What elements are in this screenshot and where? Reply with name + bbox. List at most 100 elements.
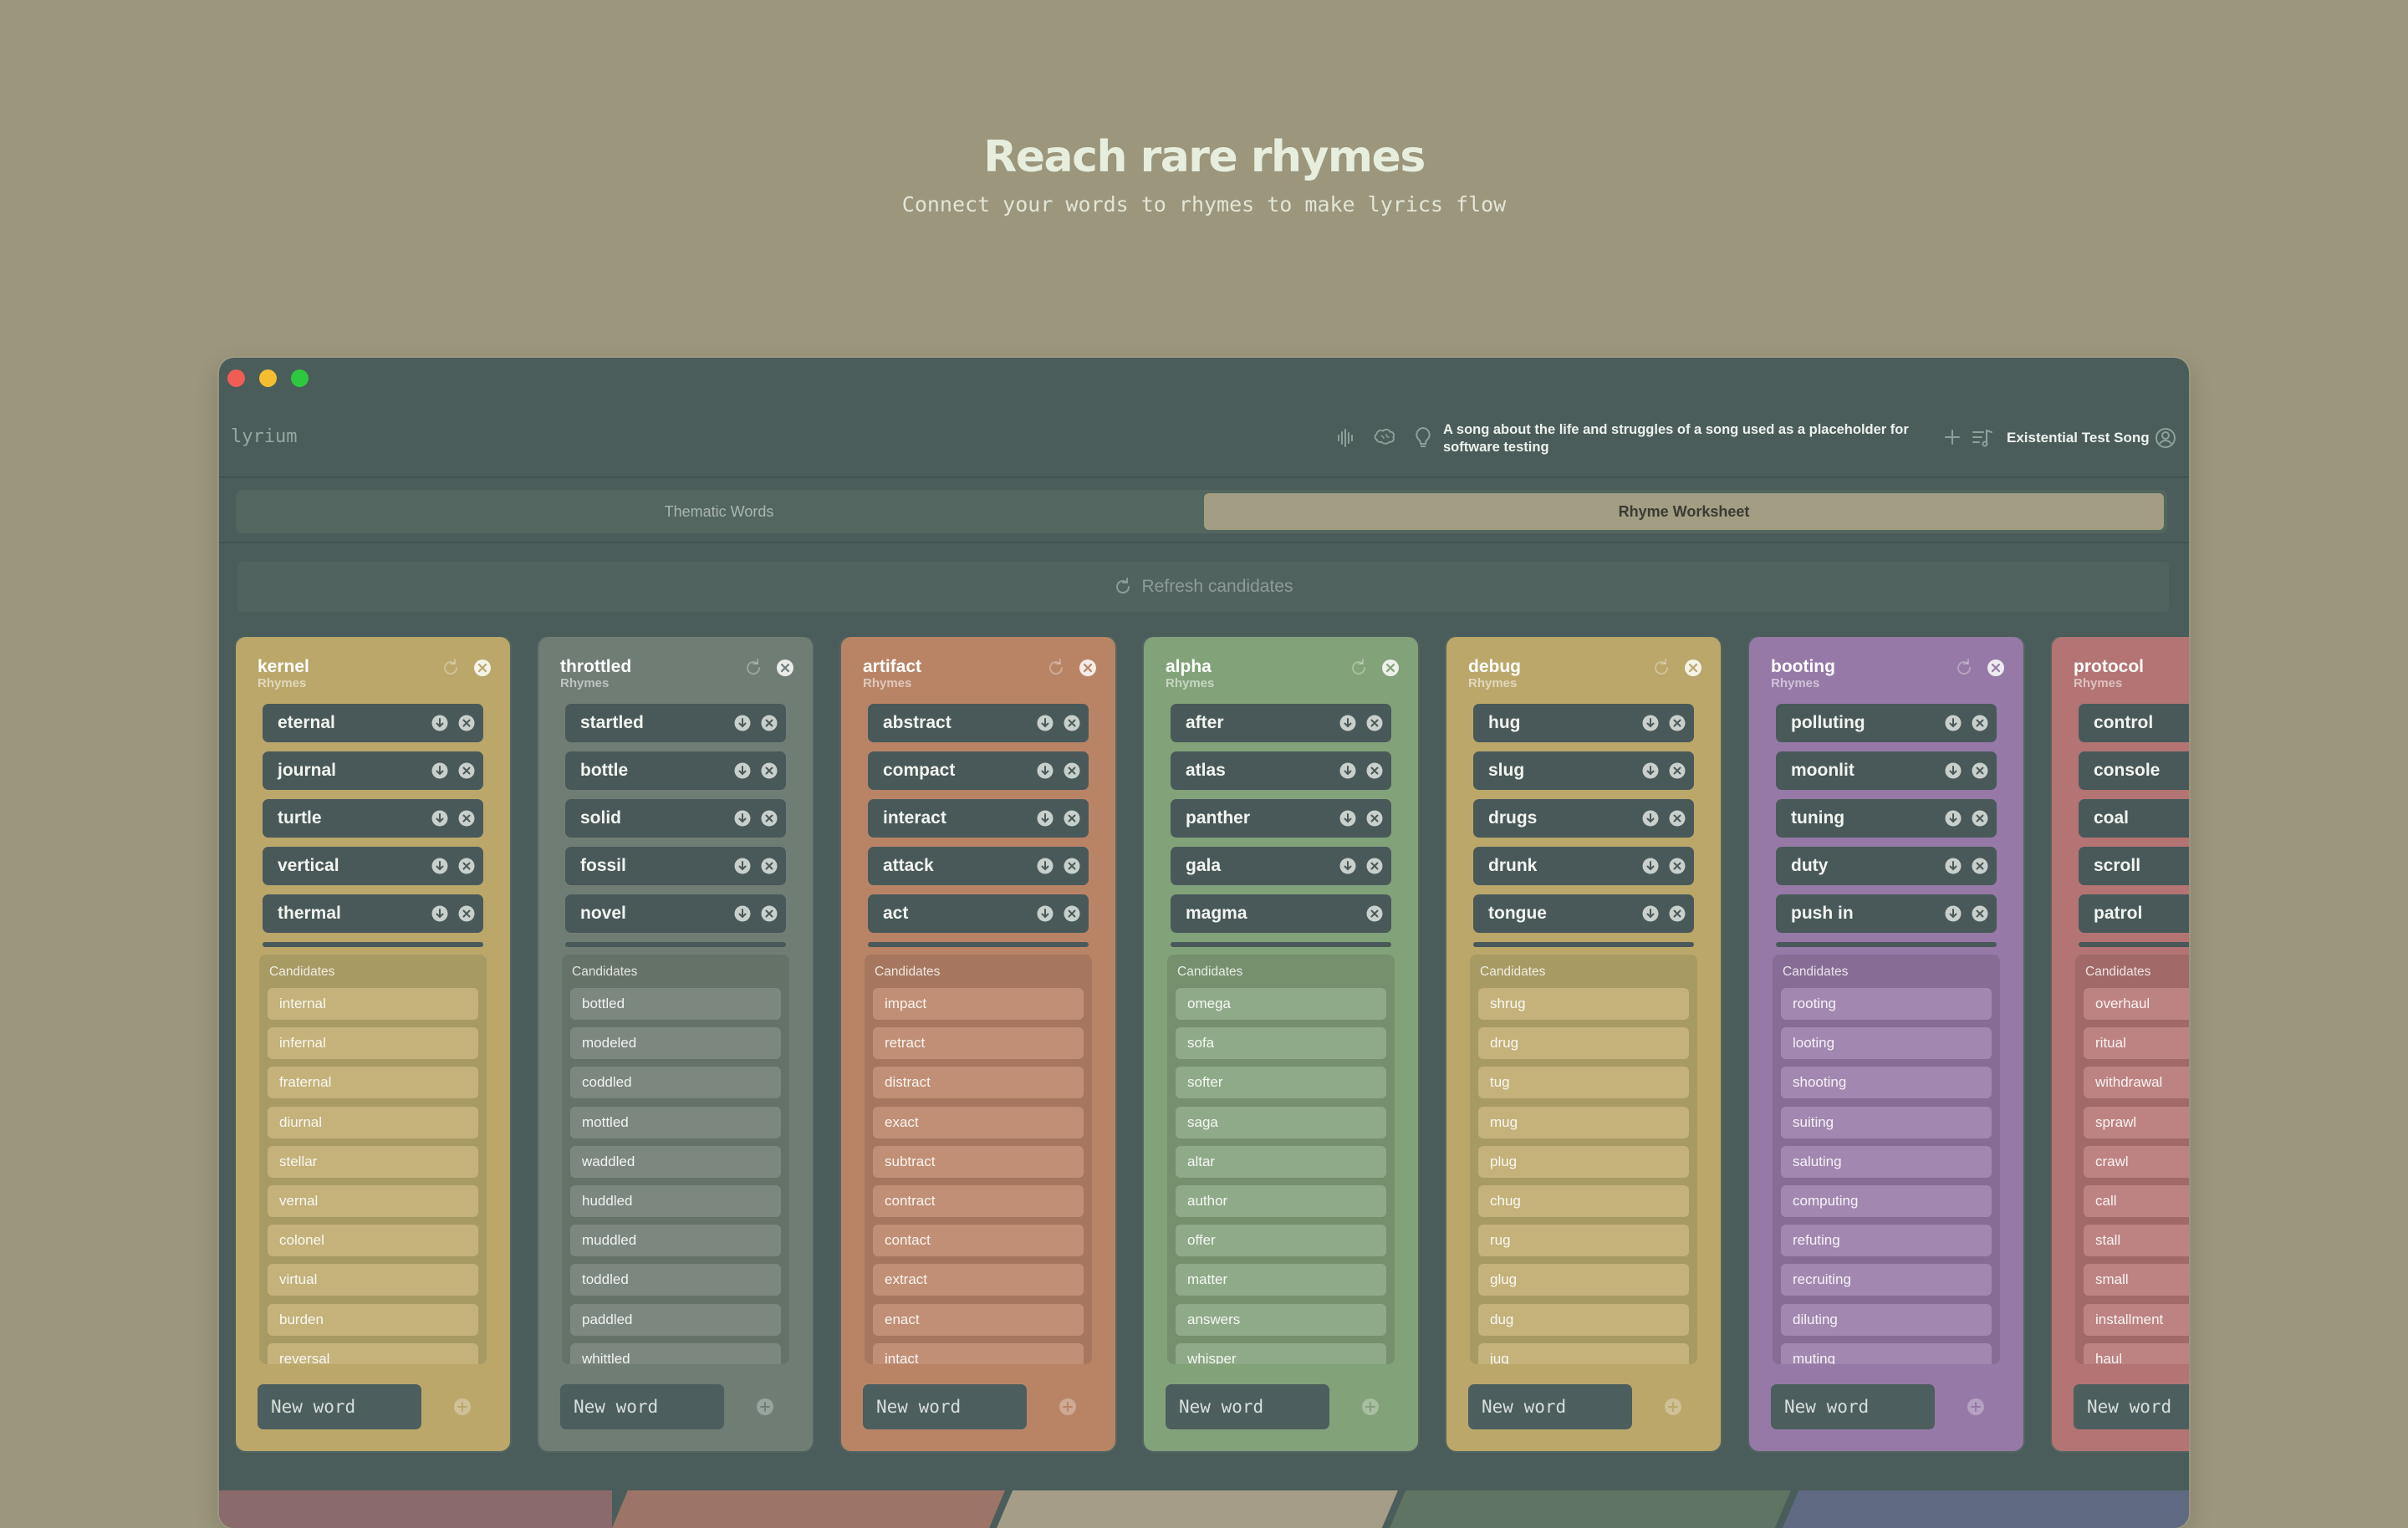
rhyme-word[interactable]: startled (565, 704, 786, 742)
lightbulb-icon[interactable] (1411, 426, 1435, 450)
waveform-icon[interactable] (1334, 426, 1358, 450)
rhyme-word[interactable]: thermal (263, 894, 483, 933)
rhyme-word[interactable]: tuning (1776, 799, 1997, 838)
candidate-word[interactable]: paddled (570, 1303, 781, 1336)
candidate-word[interactable]: computing (1781, 1185, 1992, 1217)
add-word-button[interactable] (756, 1398, 774, 1416)
window-close-button[interactable] (227, 369, 245, 387)
remove-word-icon[interactable] (1064, 810, 1080, 827)
candidate-word[interactable]: shrug (1478, 988, 1689, 1020)
candidate-word[interactable]: extract (873, 1264, 1084, 1296)
candidate-word[interactable]: contract (873, 1185, 1084, 1217)
move-down-icon[interactable] (431, 905, 448, 922)
move-down-icon[interactable] (1945, 762, 1962, 779)
candidate-word[interactable]: burden (268, 1303, 478, 1336)
rhyme-word[interactable]: push in (1776, 894, 1997, 933)
remove-word-icon[interactable] (1366, 715, 1383, 731)
remove-word-icon[interactable] (1064, 715, 1080, 731)
candidate-word[interactable]: whittled (570, 1342, 781, 1364)
rhyme-word[interactable]: after (1171, 704, 1391, 742)
rhyme-word[interactable]: scroll (2079, 847, 2189, 885)
add-word-button[interactable] (1361, 1398, 1380, 1416)
add-song-button[interactable] (1940, 425, 1965, 450)
move-down-icon[interactable] (1642, 715, 1659, 731)
add-word-button[interactable] (1967, 1398, 1985, 1416)
add-word-button[interactable] (1059, 1398, 1077, 1416)
candidate-word[interactable]: subtract (873, 1145, 1084, 1178)
move-down-icon[interactable] (1037, 810, 1054, 827)
candidate-word[interactable]: sprawl (2084, 1106, 2189, 1138)
move-down-icon[interactable] (431, 858, 448, 874)
candidate-word[interactable]: colonel (268, 1225, 478, 1257)
remove-word-icon[interactable] (761, 858, 778, 874)
candidate-word[interactable]: author (1176, 1185, 1386, 1217)
candidate-word[interactable]: stellar (268, 1145, 478, 1178)
column-refresh-button[interactable] (744, 659, 763, 677)
move-down-icon[interactable] (1642, 858, 1659, 874)
move-down-icon[interactable] (1037, 905, 1054, 922)
candidate-word[interactable]: overhaul (2084, 988, 2189, 1020)
song-list-button[interactable] (1970, 425, 1995, 450)
candidate-word[interactable]: mottled (570, 1106, 781, 1138)
move-down-icon[interactable] (1945, 810, 1962, 827)
column-close-button[interactable] (1684, 659, 1702, 677)
rhyme-word[interactable]: moonlit (1776, 751, 1997, 790)
candidate-word[interactable]: contact (873, 1225, 1084, 1257)
remove-word-icon[interactable] (458, 905, 475, 922)
column-close-button[interactable] (473, 659, 492, 677)
rhyme-word[interactable]: fossil (565, 847, 786, 885)
rhyme-word[interactable]: slug (1473, 751, 1694, 790)
candidate-word[interactable]: suiting (1781, 1106, 1992, 1138)
remove-word-icon[interactable] (458, 762, 475, 779)
column-refresh-button[interactable] (1349, 659, 1368, 677)
candidate-word[interactable]: infernal (268, 1027, 478, 1060)
candidate-word[interactable]: small (2084, 1264, 2189, 1296)
candidate-word[interactable]: rug (1478, 1225, 1689, 1257)
candidate-word[interactable]: rooting (1781, 988, 1992, 1020)
candidate-word[interactable]: distract (873, 1067, 1084, 1099)
candidate-word[interactable]: glug (1478, 1264, 1689, 1296)
rhyme-word[interactable]: attack (868, 847, 1089, 885)
candidate-word[interactable]: looting (1781, 1027, 1992, 1060)
rhyme-word[interactable]: bottle (565, 751, 786, 790)
remove-word-icon[interactable] (1064, 762, 1080, 779)
move-down-icon[interactable] (431, 715, 448, 731)
rhyme-word[interactable]: panther (1171, 799, 1391, 838)
rhyme-word[interactable]: abstract (868, 704, 1089, 742)
candidate-word[interactable]: call (2084, 1185, 2189, 1217)
column-refresh-button[interactable] (1047, 659, 1065, 677)
remove-word-icon[interactable] (1366, 905, 1383, 922)
remove-word-icon[interactable] (1064, 858, 1080, 874)
candidate-word[interactable]: diurnal (268, 1106, 478, 1138)
rhyme-word[interactable]: polluting (1776, 704, 1997, 742)
remove-word-icon[interactable] (761, 810, 778, 827)
remove-word-icon[interactable] (458, 715, 475, 731)
move-down-icon[interactable] (1642, 905, 1659, 922)
song-title[interactable]: Existential Test Song (2007, 430, 2150, 446)
move-down-icon[interactable] (1945, 715, 1962, 731)
rhyme-word[interactable]: novel (565, 894, 786, 933)
candidate-word[interactable]: internal (268, 988, 478, 1020)
remove-word-icon[interactable] (1972, 810, 1988, 827)
move-down-icon[interactable] (734, 762, 751, 779)
rhyme-word[interactable]: vertical (263, 847, 483, 885)
tab-rhyme-worksheet[interactable]: Rhyme Worksheet (1204, 493, 2164, 530)
remove-word-icon[interactable] (1366, 858, 1383, 874)
candidate-word[interactable]: tug (1478, 1067, 1689, 1099)
user-account-button[interactable] (2154, 426, 2177, 450)
move-down-icon[interactable] (734, 858, 751, 874)
move-down-icon[interactable] (1339, 715, 1356, 731)
add-word-button[interactable] (1664, 1398, 1682, 1416)
candidate-word[interactable]: matter (1176, 1264, 1386, 1296)
candidate-word[interactable]: diluting (1781, 1303, 1992, 1336)
column-close-button[interactable] (1987, 659, 2005, 677)
move-down-icon[interactable] (734, 810, 751, 827)
move-down-icon[interactable] (1945, 858, 1962, 874)
rhyme-word[interactable]: control (2079, 704, 2189, 742)
column-refresh-button[interactable] (1652, 659, 1671, 677)
rhyme-word[interactable]: solid (565, 799, 786, 838)
column-refresh-button[interactable] (441, 659, 460, 677)
move-down-icon[interactable] (1037, 762, 1054, 779)
rhyme-word[interactable]: interact (868, 799, 1089, 838)
candidate-word[interactable]: omega (1176, 988, 1386, 1020)
